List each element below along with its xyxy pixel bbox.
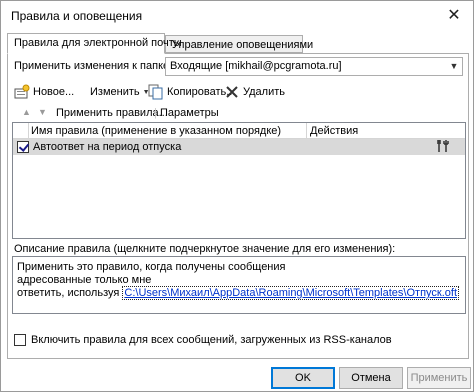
copy-rule-button[interactable]: Копировать...	[148, 82, 235, 102]
move-up-icon[interactable]: ▲	[22, 107, 31, 123]
close-icon[interactable]: ✕	[445, 7, 463, 25]
delete-rule-button[interactable]: Удалить	[224, 82, 285, 102]
template-path-link[interactable]: C:\Users\Михаил\AppData\Roaming\Microsof…	[122, 286, 459, 300]
description-label: Описание правила (щелкните подчеркнутое …	[14, 243, 396, 255]
title-bar: Правила и оповещения ✕	[1, 1, 473, 31]
move-down-icon[interactable]: ▼	[38, 107, 47, 123]
description-line-3: ответить, используя C:\Users\Михаил\AppD…	[17, 286, 459, 300]
delete-icon	[224, 84, 240, 100]
description-line-3-prefix: ответить, используя	[17, 287, 120, 299]
rules-and-alerts-dialog: Правила и оповещения ✕ Правила для элект…	[0, 0, 474, 392]
new-rule-icon	[14, 84, 30, 100]
toolbar-separator: |	[154, 107, 157, 119]
new-rule-label: Новое...	[33, 86, 75, 98]
actions-icon	[435, 139, 451, 156]
column-header-rule-name[interactable]: Имя правила (применение в указанном поря…	[31, 125, 281, 137]
copy-icon	[148, 84, 164, 100]
folder-select-value: Входящие [mikhail@pcgramota.ru]	[170, 60, 342, 72]
folder-select[interactable]: Входящие [mikhail@pcgramota.ru] ▼	[165, 57, 463, 76]
change-rule-button[interactable]: Изменить ▼	[90, 82, 150, 102]
apply-rules-button[interactable]: Применить правила...	[56, 107, 168, 123]
options-button[interactable]: Параметры	[160, 107, 219, 123]
email-rules-panel: Применить изменения к папке: Входящие [m…	[7, 53, 469, 359]
rss-rules-checkbox[interactable]	[14, 334, 26, 346]
chevron-down-icon[interactable]: ▼	[446, 58, 462, 75]
column-separator	[28, 123, 29, 139]
column-separator	[306, 123, 307, 139]
rules-list-header: Имя правила (применение в указанном поря…	[13, 123, 465, 139]
apply-button[interactable]: Применить	[407, 367, 471, 389]
cancel-button[interactable]: Отмена	[339, 367, 403, 389]
change-rule-label: Изменить	[90, 86, 140, 98]
tab-email-rules[interactable]: Правила для электронной почты	[7, 33, 182, 54]
folder-label: Применить изменения к папке:	[14, 60, 173, 72]
new-rule-button[interactable]: Новое...	[14, 82, 74, 102]
rules-list: Имя правила (применение в указанном поря…	[12, 122, 466, 239]
ok-button[interactable]: OK	[271, 367, 335, 389]
tab-manage-alerts[interactable]: Управление оповещениями	[165, 35, 313, 53]
table-row[interactable]: Автоответ на период отпуска	[13, 139, 465, 155]
description-line-2: адресованные только мне	[17, 274, 152, 286]
window-title: Правила и оповещения	[11, 9, 143, 23]
rss-rules-label[interactable]: Включить правила для всех сообщений, заг…	[31, 334, 392, 346]
column-header-actions[interactable]: Действия	[310, 125, 358, 137]
delete-rule-label: Удалить	[243, 86, 285, 98]
description-line-1: Применить это правило, когда получены со…	[17, 261, 286, 273]
rule-enabled-checkbox[interactable]	[17, 141, 29, 153]
rule-description-box: Применить это правило, когда получены со…	[12, 256, 466, 314]
rule-name: Автоответ на период отпуска	[33, 141, 182, 153]
